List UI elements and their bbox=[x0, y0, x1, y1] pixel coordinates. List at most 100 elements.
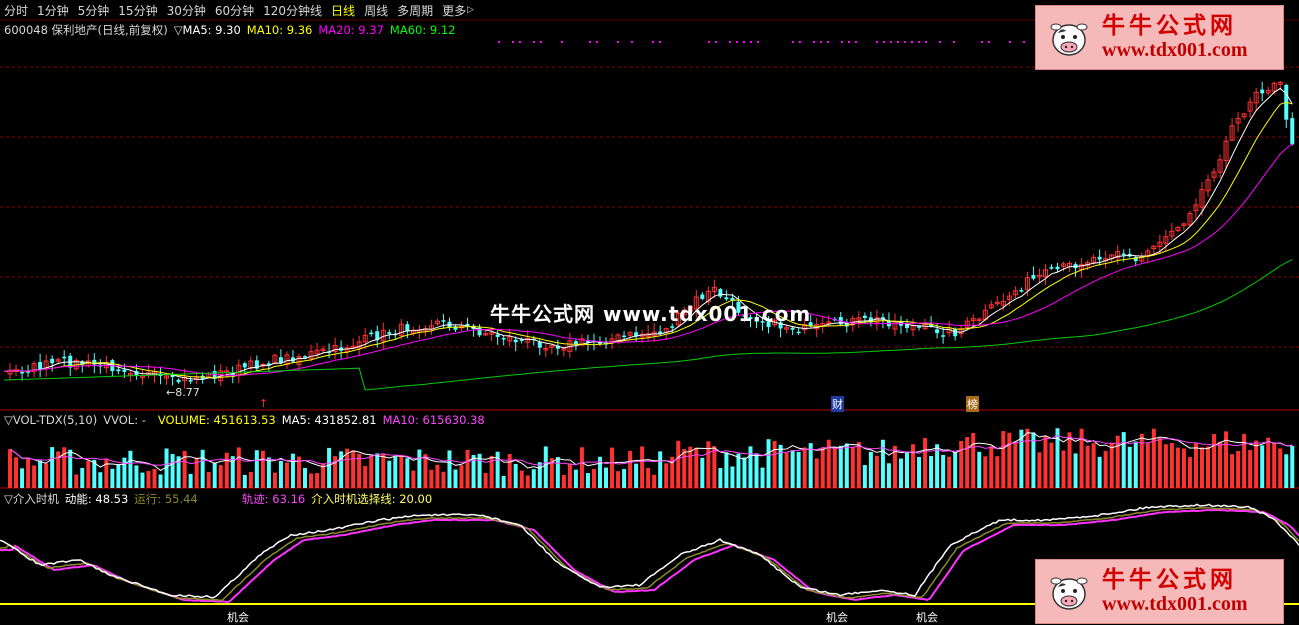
volume-bar bbox=[1097, 456, 1102, 488]
volume-bar bbox=[796, 451, 801, 488]
candle-body bbox=[935, 329, 940, 334]
volume-bar bbox=[242, 474, 247, 488]
volume-bar bbox=[965, 437, 970, 488]
volume-bar bbox=[543, 446, 548, 488]
volume-bar bbox=[38, 460, 43, 488]
volume-bar bbox=[465, 449, 470, 488]
signal-dot bbox=[652, 41, 654, 43]
volume-bar bbox=[1079, 428, 1084, 488]
volume-legend: ▽VOL-TDX(5,10) VVOL: - VOLUME: 451613.53… bbox=[4, 413, 485, 427]
volume-bar bbox=[802, 447, 807, 488]
signal-dot bbox=[743, 41, 745, 43]
volume-bar bbox=[1001, 431, 1006, 488]
volume-bar bbox=[911, 444, 916, 488]
finance-event-icon[interactable]: 财 bbox=[831, 396, 844, 412]
volume-bar bbox=[730, 466, 735, 488]
volume-bar bbox=[874, 455, 879, 488]
volume-bar bbox=[1103, 451, 1108, 488]
volume-bar bbox=[236, 447, 241, 488]
signal-dot bbox=[1023, 41, 1025, 43]
volume-bar bbox=[1025, 428, 1030, 488]
signal-dot bbox=[841, 41, 843, 43]
volume-bar bbox=[1037, 452, 1042, 488]
signal-dot bbox=[799, 41, 801, 43]
volume-bar bbox=[260, 450, 265, 488]
volume-bar bbox=[405, 458, 410, 488]
signal-label-3: 机会 bbox=[916, 611, 938, 624]
volume-bar bbox=[772, 440, 777, 488]
indicator-name[interactable]: ▽介入时机 bbox=[4, 491, 59, 507]
candle-body bbox=[176, 379, 181, 383]
volume-bar bbox=[1157, 438, 1162, 488]
volume-bar bbox=[188, 473, 193, 488]
volume-ma10-value: MA10: 615630.38 bbox=[382, 413, 485, 427]
volume-bar bbox=[327, 447, 332, 488]
candle-body bbox=[62, 356, 67, 359]
candle-body bbox=[917, 326, 922, 328]
volume-bar bbox=[134, 465, 139, 488]
candle-body bbox=[790, 327, 795, 330]
signal-dot bbox=[540, 41, 542, 43]
volume-bar bbox=[351, 450, 356, 488]
volume-bar bbox=[700, 457, 705, 488]
volume-bar bbox=[1218, 441, 1223, 488]
volume-bar bbox=[579, 447, 584, 488]
volume-bar bbox=[32, 465, 37, 488]
volume-bar bbox=[110, 468, 115, 488]
signal-dot bbox=[736, 41, 738, 43]
watermark-url: www.tdx001.com bbox=[1102, 592, 1248, 615]
volume-bar bbox=[820, 447, 825, 488]
candle-body bbox=[188, 380, 193, 382]
volume-bar bbox=[856, 442, 861, 488]
signal-dot bbox=[631, 41, 633, 43]
candle-body bbox=[1055, 266, 1060, 270]
volume-bar bbox=[664, 463, 669, 488]
volume-bar bbox=[652, 474, 657, 488]
volume-bar bbox=[1067, 432, 1072, 488]
volume-bar bbox=[1284, 454, 1289, 488]
event-up-marker[interactable]: ↑ bbox=[259, 397, 268, 410]
volume-bar bbox=[381, 454, 386, 488]
volume-bar bbox=[1055, 428, 1060, 488]
volume-bar bbox=[1139, 433, 1144, 488]
threshold-value: 介入时机选择线: 20.00 bbox=[311, 492, 433, 506]
volume-indicator-name[interactable]: ▽VOL-TDX(5,10) bbox=[4, 413, 97, 427]
volume-bar bbox=[1061, 450, 1066, 488]
volume-bar bbox=[790, 450, 795, 488]
cow-mascot-icon bbox=[1050, 23, 1088, 56]
volume-bar bbox=[224, 452, 229, 488]
volume-bar bbox=[1260, 445, 1265, 488]
volume-bar bbox=[995, 456, 1000, 488]
ranking-event-icon[interactable]: 榜 bbox=[966, 396, 979, 412]
volume-bar bbox=[718, 467, 723, 488]
candle-body bbox=[941, 335, 946, 337]
volume-bar bbox=[640, 446, 645, 488]
volume-bar bbox=[844, 443, 849, 488]
volume-bar bbox=[555, 457, 560, 488]
volume-bar bbox=[1169, 443, 1174, 488]
signal-dot bbox=[533, 41, 535, 43]
volume-bar bbox=[375, 453, 380, 488]
candle-body bbox=[50, 358, 55, 364]
volume-bar bbox=[387, 460, 392, 488]
volume-bar bbox=[200, 449, 205, 488]
volume-bar bbox=[1121, 432, 1126, 488]
volume-bar bbox=[1272, 442, 1277, 488]
volume-bar bbox=[646, 467, 651, 488]
volume-bar bbox=[1236, 450, 1241, 488]
volume-bar bbox=[266, 457, 271, 488]
volume-bar bbox=[303, 468, 307, 488]
volume-bar bbox=[1109, 442, 1114, 488]
volume-bar bbox=[50, 447, 55, 488]
signal-dot bbox=[708, 41, 710, 43]
volume-bar bbox=[742, 457, 747, 488]
signal-dot bbox=[876, 41, 878, 43]
volume-bar bbox=[941, 454, 946, 488]
volume-bar bbox=[784, 452, 789, 488]
volume-bar bbox=[248, 472, 253, 488]
volume-bar bbox=[959, 441, 964, 488]
watermark-logo-bottom: 牛牛公式网 www.tdx001.com bbox=[1035, 559, 1284, 624]
volume-bar bbox=[80, 467, 85, 488]
candle-body bbox=[513, 339, 518, 343]
signal-dot bbox=[981, 41, 983, 43]
